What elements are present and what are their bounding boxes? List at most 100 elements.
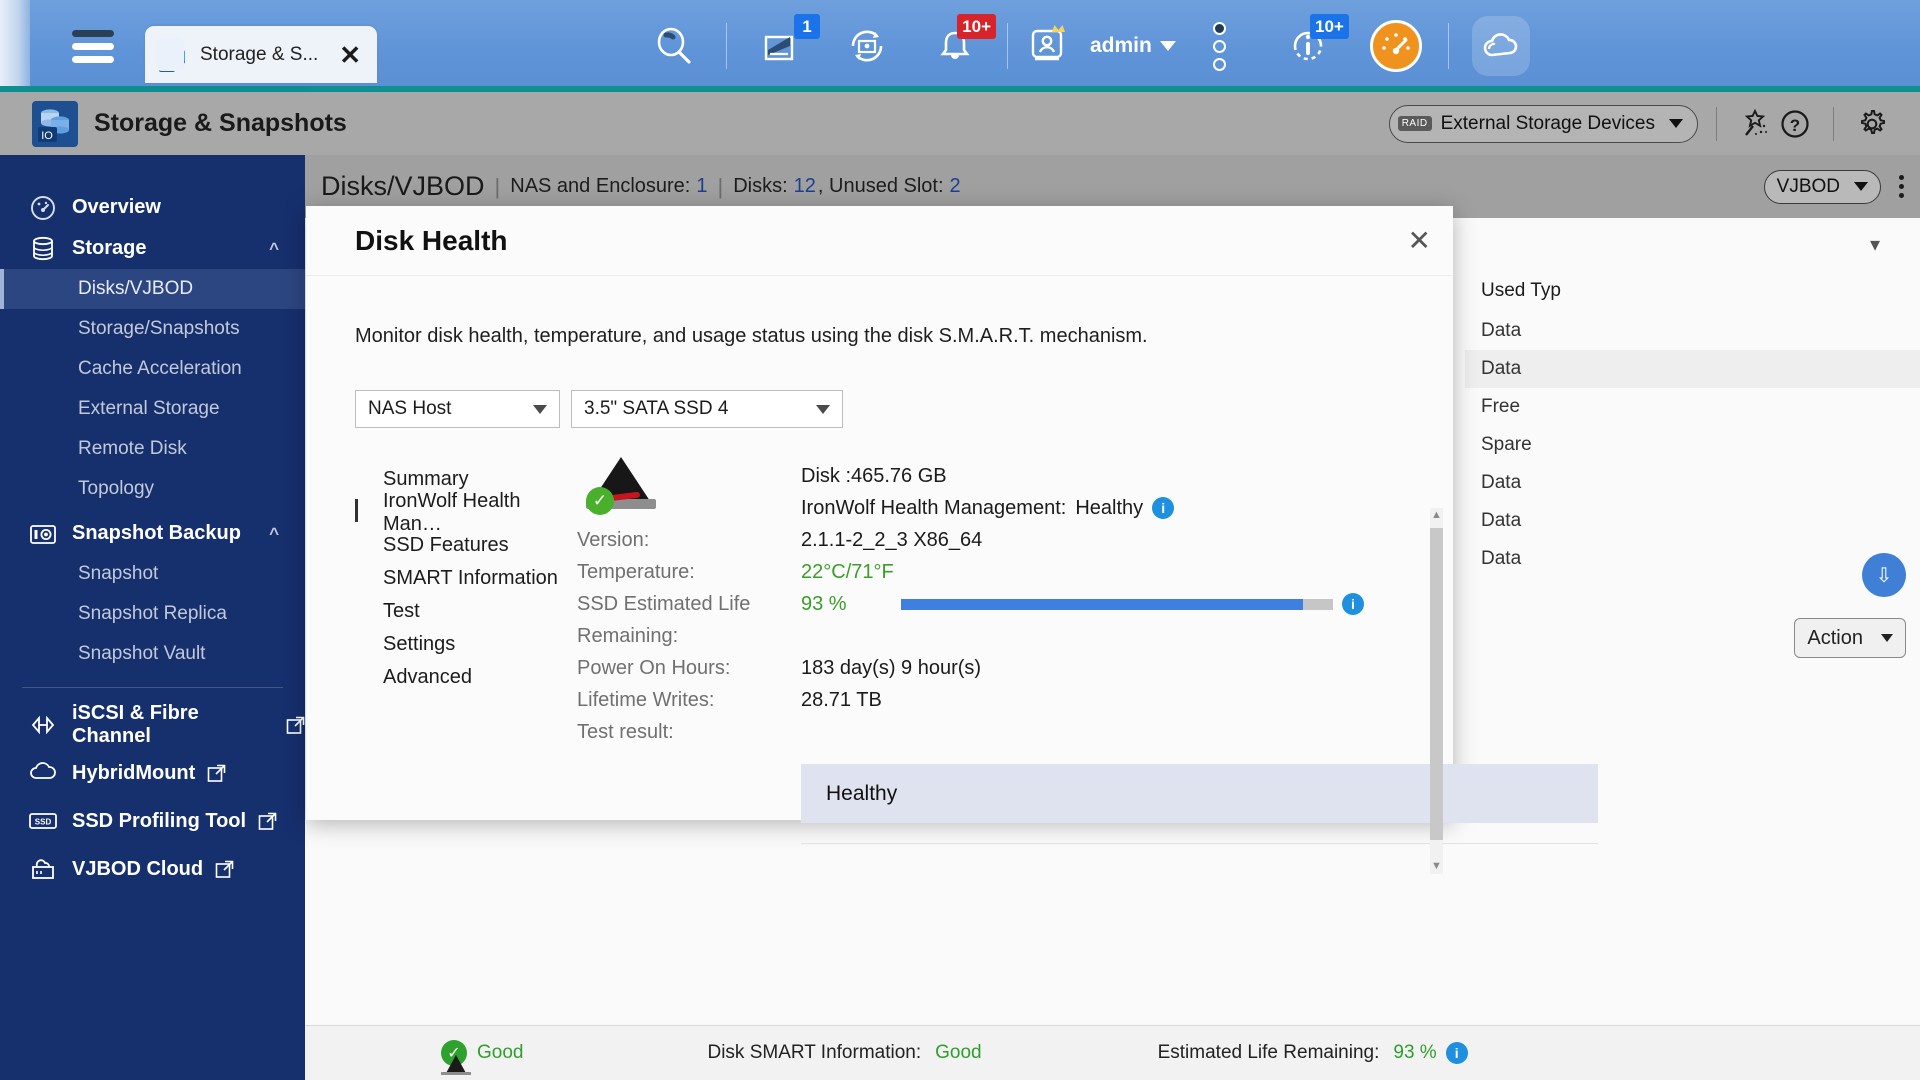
version-label: Version: <box>577 528 650 551</box>
chevron-double-down-icon[interactable]: ⇩ <box>1862 553 1906 597</box>
help-icon[interactable]: ? <box>1775 104 1815 144</box>
close-icon[interactable]: ✕ <box>333 42 367 68</box>
divider <box>1007 23 1008 69</box>
user-admin-icon[interactable] <box>1022 17 1080 75</box>
system-info-icon[interactable]: 10+ <box>1279 14 1349 75</box>
user-menu[interactable]: admin <box>1016 17 1176 75</box>
hamburger-menu-icon[interactable] <box>72 30 114 63</box>
scroll-down-icon[interactable]: ▼ <box>1430 859 1443 874</box>
chevron-down-icon <box>533 404 547 414</box>
disk-health-label: Good <box>477 1042 524 1063</box>
sidebar-item-vjbod-cloud[interactable]: VJBOD Cloud <box>0 845 305 893</box>
close-icon[interactable]: ✕ <box>1408 226 1431 255</box>
sidebar-item-storage[interactable]: Storage ^ <box>0 228 305 269</box>
search-icon[interactable] <box>645 17 703 75</box>
iscsi-icon <box>28 710 58 740</box>
host-select[interactable]: NAS Host <box>355 390 560 428</box>
estimated-life-status: Estimated Life Remaining: 93 % i <box>1158 1042 1468 1064</box>
chevron-down-icon[interactable]: ▾ <box>1870 232 1880 257</box>
test-result-label: Test result: <box>577 720 674 743</box>
sidebar-item-remote-disk[interactable]: Remote Disk <box>0 429 305 469</box>
tab-label: SSD Features <box>383 534 509 556</box>
tab-ironwolf-health-management[interactable]: IronWolf Health Man… <box>355 490 577 535</box>
table-row[interactable]: Spare <box>1465 426 1920 464</box>
external-link-icon <box>207 764 226 783</box>
test-result-value: Healthy <box>826 781 898 805</box>
resource-monitor-icon[interactable] <box>838 17 896 75</box>
chevron-down-icon[interactable] <box>1159 41 1176 51</box>
scroll-up-icon[interactable]: ▲ <box>1430 508 1443 523</box>
ssd-profiling-icon: SSD <box>28 806 58 836</box>
mycloud-icon[interactable] <box>1471 16 1530 76</box>
scrollbar-thumb[interactable] <box>1430 528 1443 840</box>
magic-wand-icon[interactable] <box>1735 104 1775 144</box>
sidebar-item-ssd-profiling-tool[interactable]: SSD SSD Profiling Tool <box>0 797 305 845</box>
lifetime-writes-label: Lifetime Writes: <box>577 688 715 711</box>
chevron-down-icon <box>1854 182 1868 191</box>
background-tasks-icon[interactable]: 1 <box>750 14 820 75</box>
external-link-icon <box>286 716 305 735</box>
storage-app-icon: IO <box>155 37 191 73</box>
disk-health-dialog: Disk Health ✕ Monitor disk health, tempe… <box>306 206 1598 874</box>
smart-info-status: Disk SMART Information: Good <box>707 1042 981 1064</box>
ihm-label: IronWolf Health Management: <box>801 496 1067 519</box>
sidebar-item-label: Storage <box>72 237 147 259</box>
more-actions-icon[interactable] <box>1899 175 1904 198</box>
dialog-description: Monitor disk health, temperature, and us… <box>355 325 1148 347</box>
sidebar-item-label: Snapshot <box>78 563 159 584</box>
version-value: 2.1.1-2_2_3 X86_64 <box>801 528 983 551</box>
tab-smart-information[interactable]: SMART Information <box>355 562 577 595</box>
sidebar-item-snapshot[interactable]: Snapshot <box>0 554 305 594</box>
dialog-selectors: NAS Host 3.5" SATA SSD 4 <box>355 390 1453 428</box>
sidebar-item-snapshot-replica[interactable]: Snapshot Replica <box>0 594 305 634</box>
info-icon[interactable]: i <box>1445 1042 1468 1064</box>
info-icon[interactable]: i <box>1152 497 1175 519</box>
tab-label: Summary <box>383 468 469 490</box>
sidebar-item-external-storage[interactable]: External Storage <box>0 389 305 429</box>
version-row: Version: 2.1.1-2_2_3 X86_64 <box>577 524 1598 556</box>
ssd-life-label: SSD Estimated Life <box>577 592 751 615</box>
sidebar-item-label: Disks/VJBOD <box>78 278 194 299</box>
disk-select[interactable]: 3.5" SATA SSD 4 <box>571 390 843 428</box>
tab-settings[interactable]: Settings <box>355 628 577 661</box>
chevron-up-icon[interactable]: ^ <box>269 239 279 259</box>
table-row[interactable]: Data <box>1465 312 1920 350</box>
app-tab-storage-snapshots[interactable]: IO Storage & S... ✕ <box>145 26 377 83</box>
overview-gauge-icon <box>28 193 58 223</box>
storage-device-selector[interactable]: RAID External Storage Devices <box>1388 104 1698 143</box>
sidebar-item-overview[interactable]: Overview <box>0 187 305 228</box>
sidebar-item-cache-acceleration[interactable]: Cache Acceleration <box>0 349 305 389</box>
dialog-scrollbar[interactable]: ▲ ▼ <box>1430 508 1443 874</box>
disk-select-value: 3.5" SATA SSD 4 <box>584 398 729 419</box>
more-options-icon[interactable] <box>1191 17 1249 75</box>
tab-ssd-features[interactable]: SSD Features <box>355 529 577 562</box>
table-row[interactable]: Data <box>1465 350 1920 388</box>
lifetime-writes-row: Lifetime Writes: 28.71 TB <box>577 684 1598 716</box>
sidebar-item-label: Cache Acceleration <box>78 358 242 379</box>
tab-test[interactable]: Test <box>355 595 577 628</box>
sidebar-item-snapshot-vault[interactable]: Snapshot Vault <box>0 634 305 674</box>
sidebar-item-hybridmount[interactable]: HybridMount <box>0 749 305 797</box>
sidebar-item-topology[interactable]: Topology <box>0 469 305 509</box>
chevron-up-icon[interactable]: ^ <box>269 524 279 544</box>
sidebar: Overview Storage ^ Disks/VJBOD Storage/S… <box>0 155 305 1080</box>
dialog-title: Disk Health <box>355 224 508 256</box>
notifications-bell-icon[interactable]: 10+ <box>926 14 996 75</box>
tab-advanced[interactable]: Advanced <box>355 661 577 694</box>
info-icon[interactable]: i <box>1342 593 1364 615</box>
table-row[interactable]: Free <box>1465 388 1920 426</box>
action-button[interactable]: Action <box>1794 618 1906 658</box>
sidebar-item-snapshot-backup[interactable]: Snapshot Backup ^ <box>0 513 305 554</box>
sidebar-item-storage-snapshots[interactable]: Storage/Snapshots <box>0 309 305 349</box>
sidebar-item-disks-vjbod[interactable]: Disks/VJBOD <box>0 269 305 309</box>
power-on-hours-label: Power On Hours: <box>577 656 731 679</box>
ssd-life-bar: i <box>867 593 1598 615</box>
chevron-down-icon <box>1669 119 1683 128</box>
dashboard-gauge-icon[interactable] <box>1367 17 1425 75</box>
settings-gear-icon[interactable] <box>1852 104 1892 144</box>
divider <box>1447 23 1449 69</box>
divider <box>1716 106 1717 141</box>
vjbod-selector[interactable]: VJBOD <box>1763 169 1881 204</box>
unused-slot-label: , Unused Slot: <box>817 175 944 197</box>
sidebar-item-iscsi-fibre-channel[interactable]: iSCSI & Fibre Channel <box>0 701 305 749</box>
